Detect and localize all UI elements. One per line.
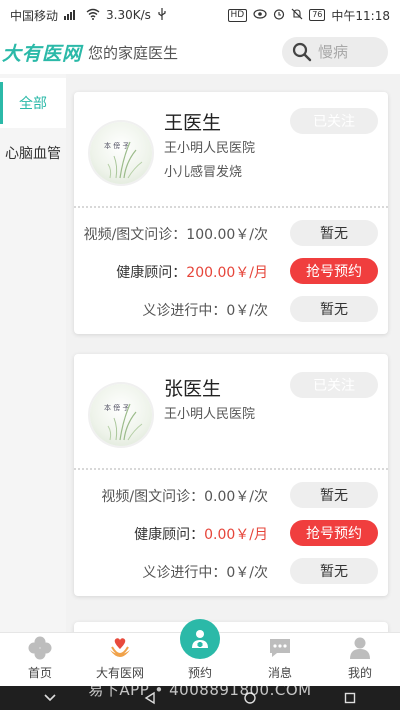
service-row-consult: 视频/图文问诊：100.00￥/次 暂无 bbox=[74, 214, 388, 252]
doctor-avatar: 本 傍 予 bbox=[90, 122, 152, 184]
home-icon[interactable] bbox=[243, 691, 257, 705]
doctor-list[interactable]: 本 傍 予 王医生 王小明人民医院 小儿感冒发烧 已关注 视频/图文问诊：100… bbox=[66, 74, 400, 632]
follow-button[interactable]: 已关注 bbox=[290, 372, 378, 398]
tab-label: 大有医网 bbox=[95, 666, 144, 680]
service-button-unavailable[interactable]: 暂无 bbox=[290, 482, 378, 508]
search-input[interactable] bbox=[318, 43, 378, 61]
service-title: 健康顾问： bbox=[134, 527, 205, 543]
service-row-free-clinic: 义诊进行中：0￥/次 暂无 bbox=[74, 552, 388, 590]
doctor-avatar: 本 傍 予 bbox=[90, 384, 152, 446]
heart-hands-icon bbox=[110, 638, 130, 657]
hd-badge: HD bbox=[227, 8, 248, 22]
svg-text:本 傍 予: 本 傍 予 bbox=[104, 403, 129, 412]
doctor-hospital: 王小明人民医院 bbox=[164, 407, 256, 422]
category-item-all[interactable]: 全部 bbox=[0, 78, 66, 128]
system-nav-bar bbox=[0, 686, 400, 710]
service-title: 义诊进行中： bbox=[142, 565, 227, 581]
tab-dayou[interactable]: 大有医网 bbox=[80, 633, 160, 686]
app-slogan: 您的家庭医生 bbox=[88, 43, 179, 62]
tab-label: 我的 bbox=[347, 666, 372, 680]
battery-indicator: 76 bbox=[309, 9, 326, 21]
service-button-unavailable[interactable]: 暂无 bbox=[290, 558, 378, 584]
book-appointment-button[interactable]: 抢号预约 bbox=[290, 258, 378, 284]
service-price: 0￥/次 bbox=[226, 303, 268, 319]
service-row-advisor: 健康顾问：200.00￥/月 抢号预约 bbox=[74, 252, 388, 290]
svg-text:本 傍 予: 本 傍 予 bbox=[104, 141, 129, 150]
doctor-specialty: 小儿感冒发烧 bbox=[164, 165, 243, 180]
network-speed: 3.30K/s bbox=[106, 8, 151, 22]
category-label: 心脑血管 bbox=[5, 146, 61, 162]
service-title: 健康顾问： bbox=[116, 265, 187, 281]
doctor-hospital: 王小明人民医院 bbox=[164, 141, 256, 156]
service-title: 视频/图文问诊： bbox=[83, 227, 187, 243]
service-row-consult: 视频/图文问诊：0.00￥/次 暂无 bbox=[74, 476, 388, 514]
back-icon[interactable] bbox=[143, 691, 157, 705]
mute-bell-icon bbox=[291, 8, 303, 23]
tab-appointment[interactable]: 预约 bbox=[160, 619, 240, 686]
search-icon bbox=[292, 42, 312, 62]
service-button-unavailable[interactable]: 暂无 bbox=[290, 296, 378, 322]
service-price: 0.00￥/月 bbox=[204, 527, 268, 543]
tab-home[interactable]: 首页 bbox=[0, 633, 80, 686]
doctor-card[interactable] bbox=[74, 622, 388, 632]
book-appointment-button[interactable]: 抢号预约 bbox=[290, 520, 378, 546]
eye-icon bbox=[253, 8, 267, 22]
bottom-tab-bar: 首页 大有医网 预约 消息 我的 bbox=[0, 619, 400, 686]
service-price: 0.00￥/次 bbox=[204, 489, 268, 505]
doctor-name: 王医生 bbox=[164, 112, 222, 134]
wifi-icon bbox=[86, 8, 100, 23]
category-sidebar: 全部 心脑血管 bbox=[0, 74, 66, 632]
service-title: 视频/图文问诊： bbox=[101, 489, 205, 505]
status-bar: 中国移动 3.30K/s HD 76 中午11:18 bbox=[0, 0, 400, 30]
carrier-label: 中国移动 bbox=[10, 8, 59, 23]
service-title: 义诊进行中： bbox=[142, 303, 227, 319]
service-price: 0￥/次 bbox=[226, 565, 268, 581]
chat-bubble-icon bbox=[270, 639, 290, 657]
doctor-icon bbox=[192, 630, 208, 648]
alarm-icon bbox=[273, 8, 285, 23]
app-logo: 大有医网 bbox=[2, 42, 83, 65]
appointment-center-button[interactable] bbox=[180, 619, 220, 659]
service-price: 200.00￥/月 bbox=[186, 265, 268, 281]
recents-icon[interactable] bbox=[343, 691, 357, 705]
tab-messages[interactable]: 消息 bbox=[240, 633, 320, 686]
doctor-card[interactable]: 本 傍 予 王医生 王小明人民医院 小儿感冒发烧 已关注 视频/图文问诊：100… bbox=[74, 92, 388, 334]
doctor-card[interactable]: 本 傍 予 张医生 王小明人民医院 已关注 视频/图文问诊：0.00￥/次 暂无… bbox=[74, 354, 388, 596]
tab-mine[interactable]: 我的 bbox=[320, 633, 400, 686]
service-price: 100.00￥/次 bbox=[186, 227, 268, 243]
service-button-unavailable[interactable]: 暂无 bbox=[290, 220, 378, 246]
service-row-free-clinic: 义诊进行中：0￥/次 暂无 bbox=[74, 290, 388, 328]
usb-icon bbox=[157, 7, 167, 23]
person-icon bbox=[350, 637, 370, 659]
tab-label: 首页 bbox=[27, 666, 52, 680]
category-label: 全部 bbox=[19, 96, 47, 112]
tab-label: 消息 bbox=[267, 666, 292, 680]
doctor-name: 张医生 bbox=[164, 378, 222, 400]
category-item-cardio[interactable]: 心脑血管 bbox=[0, 128, 66, 178]
home-clover-icon bbox=[28, 636, 52, 660]
search-box[interactable] bbox=[282, 37, 388, 67]
clock: 中午11:18 bbox=[331, 8, 390, 23]
signal-icon bbox=[64, 8, 80, 23]
app-header: 大有医网 您的家庭医生 bbox=[0, 30, 400, 74]
tab-label: 预约 bbox=[187, 666, 212, 680]
follow-button[interactable]: 已关注 bbox=[290, 108, 378, 134]
service-row-advisor: 健康顾问：0.00￥/月 抢号预约 bbox=[74, 514, 388, 552]
chevron-down-icon[interactable] bbox=[43, 691, 57, 705]
